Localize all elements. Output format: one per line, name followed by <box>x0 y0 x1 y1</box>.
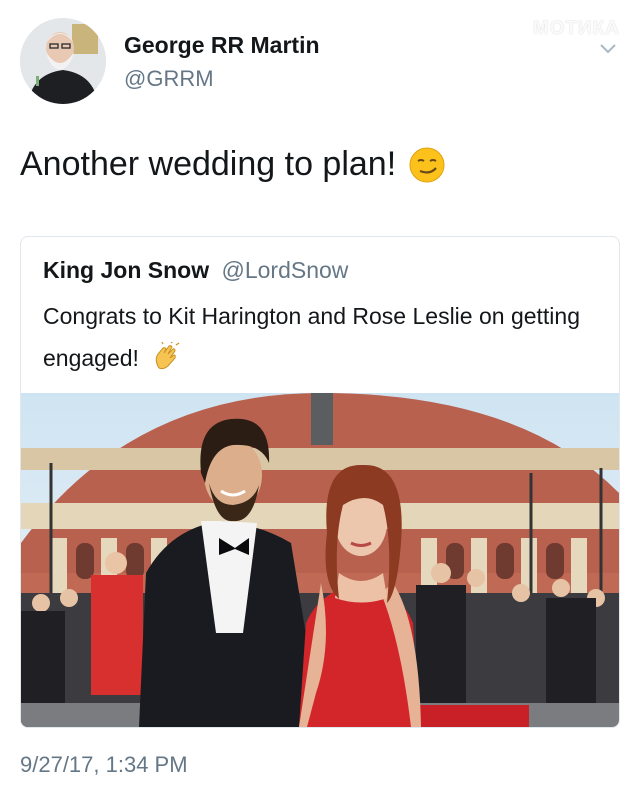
author-handle[interactable]: @GRRM <box>124 66 214 92</box>
avatar-image <box>20 18 106 104</box>
tweet-text: Another wedding to plan! <box>20 145 397 183</box>
tweet-header: George RR Martin @GRRM <box>20 18 620 110</box>
quoted-tweet[interactable]: King Jon Snow @LordSnow Congrats to Kit … <box>20 236 620 728</box>
quoted-tweet-text: Congrats to Kit Harington and Rose Lesli… <box>43 303 580 371</box>
clapping-hands-icon <box>156 342 180 370</box>
smirking-face-icon <box>409 147 445 182</box>
quoted-author-handle[interactable]: @LordSnow <box>222 257 349 283</box>
quoted-tweet-text-row: Congrats to Kit Harington and Rose Lesli… <box>43 295 603 379</box>
photo[interactable] <box>21 393 619 727</box>
chevron-down-icon[interactable] <box>598 38 618 58</box>
tweet-text-row: Another wedding to plan! <box>20 145 446 184</box>
avatar[interactable] <box>20 18 106 104</box>
timestamp: 9/27/17, 1:34 PM <box>20 752 188 777</box>
watermark: МОТИКА <box>532 18 620 39</box>
quoted-tweet-header: King Jon Snow @LordSnow <box>43 257 348 284</box>
quoted-author-name[interactable]: King Jon Snow <box>43 257 209 283</box>
author-name[interactable]: George RR Martin <box>124 32 320 59</box>
